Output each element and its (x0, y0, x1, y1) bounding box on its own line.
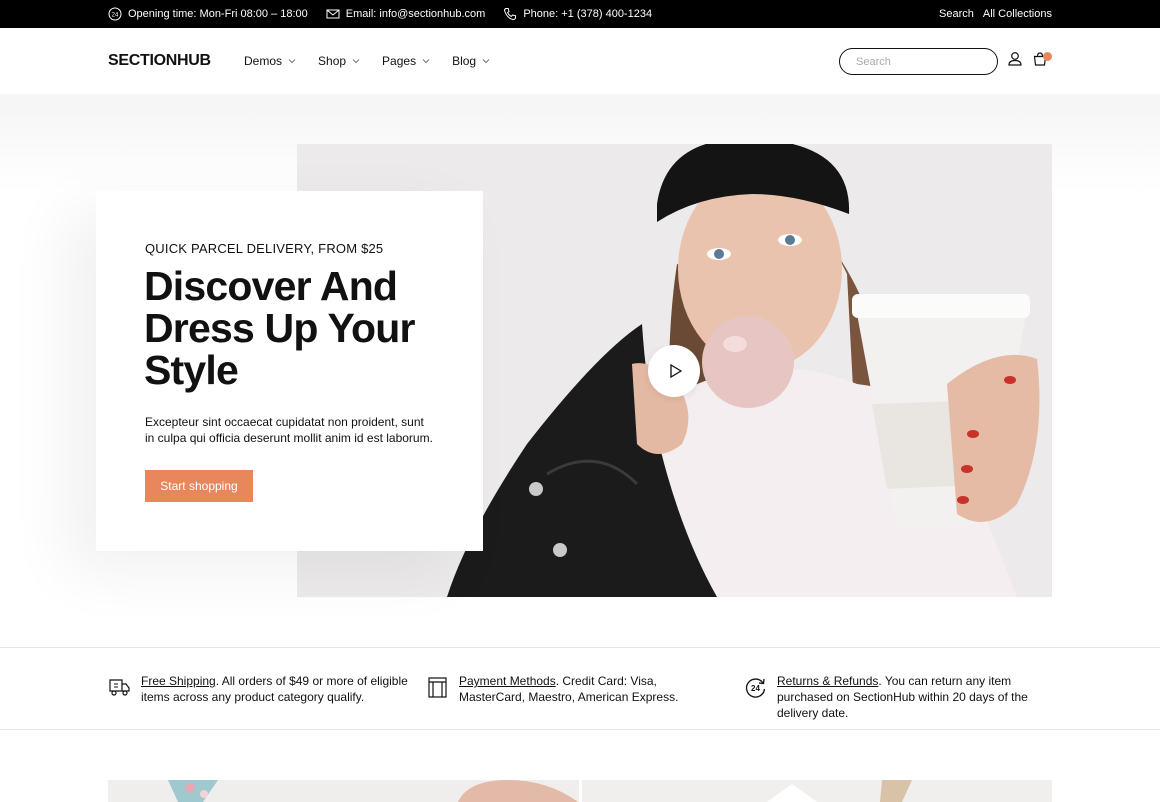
nav-label: Shop (318, 54, 347, 68)
payment-methods-link[interactable]: Payment Methods (459, 674, 556, 688)
nav-label: Demos (244, 54, 283, 68)
features-bar: Free Shipping. All orders of $49 or more… (0, 647, 1160, 730)
user-icon[interactable] (1007, 51, 1023, 67)
feature-text: Free Shipping. All orders of $49 or more… (141, 673, 408, 705)
logo[interactable]: SECTIONHUB (108, 52, 211, 70)
chevron-down-icon (422, 59, 430, 64)
contact-info: 24 Opening time: Mon-Fri 08:00 – 18:00 E… (108, 0, 652, 28)
hero-description: Excepteur sint occaecat cupidatat non pr… (145, 415, 433, 445)
play-video-button[interactable] (648, 345, 700, 397)
return-24-icon: 24 (745, 678, 766, 698)
svg-text:24: 24 (751, 684, 760, 693)
feature-returns: 24 Returns & Refunds. You can return any… (744, 673, 1054, 721)
opening-hours-text: Opening time: Mon-Fri 08:00 – 18:00 (128, 8, 308, 20)
feature-free-shipping: Free Shipping. All orders of $49 or more… (108, 673, 408, 705)
phone-icon (504, 8, 517, 21)
chevron-down-icon (482, 59, 490, 64)
collection-image (582, 780, 1052, 802)
chevron-down-icon (288, 59, 296, 64)
hero-title: Discover And Dress Up Your Style (144, 263, 415, 393)
email-info: Email: info@sectionhub.com (326, 7, 486, 21)
mail-icon (326, 9, 340, 19)
opening-hours: 24 Opening time: Mon-Fri 08:00 – 18:00 (108, 7, 308, 21)
nav-item-demos[interactable]: Demos (244, 54, 296, 68)
chevron-down-icon (352, 59, 360, 64)
top-bar: 24 Opening time: Mon-Fri 08:00 – 18:00 E… (0, 0, 1160, 28)
card-icon (428, 677, 447, 698)
svg-text:24: 24 (112, 13, 119, 19)
play-icon (669, 364, 682, 378)
top-link-search[interactable]: Search (939, 8, 974, 20)
nav-item-pages[interactable]: Pages (382, 54, 430, 68)
collection-thumbnail[interactable] (108, 780, 579, 802)
phone-text[interactable]: Phone: +1 (378) 400-1234 (523, 8, 652, 20)
nav-label: Blog (452, 54, 477, 68)
top-links: Search All Collections (939, 0, 1052, 28)
main-nav: Demos Shop Pages Blog (244, 54, 490, 68)
clock-24-icon: 24 (108, 7, 122, 21)
feature-text: Returns & Refunds. You can return any it… (777, 673, 1054, 721)
hero-card: QUICK PARCEL DELIVERY, FROM $25 Discover… (96, 191, 483, 551)
free-shipping-link[interactable]: Free Shipping (141, 674, 216, 688)
collection-thumbnail[interactable] (582, 780, 1052, 802)
phone-info: Phone: +1 (378) 400-1234 (503, 7, 652, 21)
hero-eyebrow: QUICK PARCEL DELIVERY, FROM $25 (145, 241, 384, 256)
feature-payment-methods: Payment Methods. Credit Card: Visa, Mast… (426, 673, 726, 705)
cart-badge (1043, 52, 1052, 61)
start-shopping-button[interactable]: Start shopping (145, 470, 253, 502)
nav-item-shop[interactable]: Shop (318, 54, 360, 68)
top-link-all-collections[interactable]: All Collections (983, 8, 1052, 20)
feature-text: Payment Methods. Credit Card: Visa, Mast… (459, 673, 726, 705)
site-header: SECTIONHUB Demos Shop Pages Blog (0, 28, 1160, 94)
search-input[interactable] (839, 48, 998, 75)
email-text[interactable]: Email: info@sectionhub.com (346, 8, 486, 20)
nav-item-blog[interactable]: Blog (452, 54, 490, 68)
nav-label: Pages (382, 54, 417, 68)
truck-icon (109, 679, 130, 696)
collection-image (108, 780, 579, 802)
returns-refunds-link[interactable]: Returns & Refunds (777, 674, 878, 688)
